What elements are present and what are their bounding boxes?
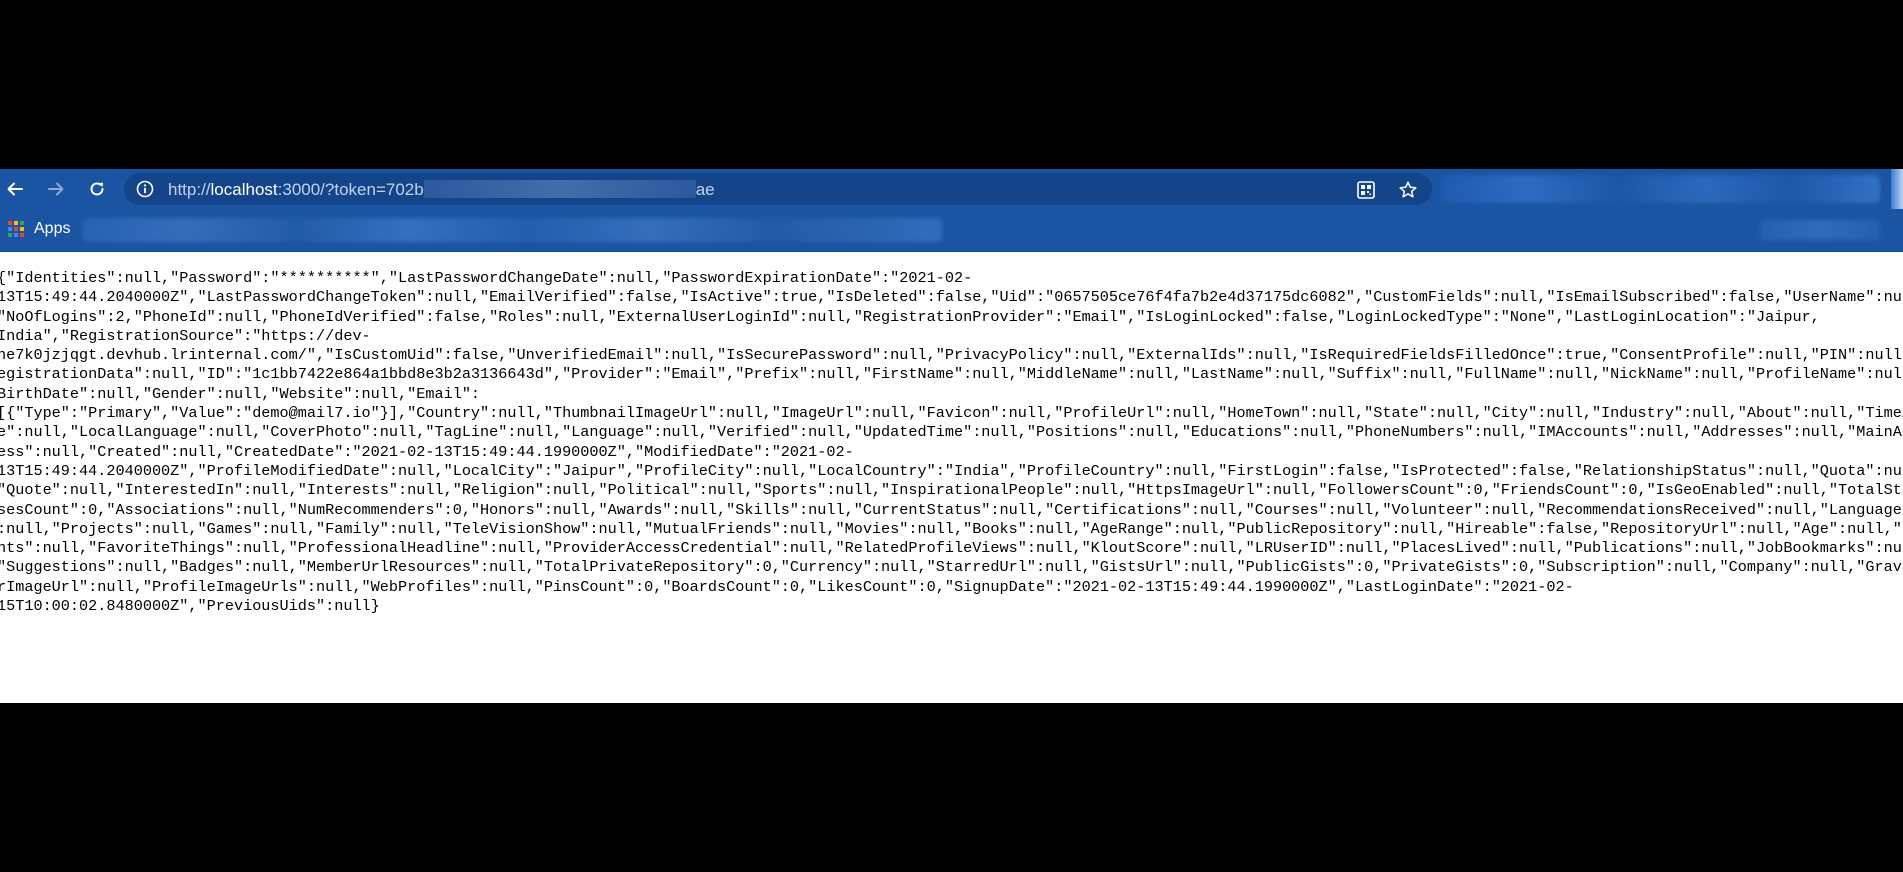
bookmarks-redacted (82, 218, 942, 242)
json-line: India","RegistrationSource":"https://dev… (0, 326, 371, 345)
arrow-left-icon (7, 182, 23, 196)
apps-shortcut[interactable]: Apps (8, 220, 70, 238)
url-redaction (423, 180, 696, 198)
json-line: nts":null,"FavoriteThings":null,"Profess… (0, 539, 1903, 558)
json-line: {"Identities":null,"Password":"*********… (0, 269, 973, 287)
screen: http://localhost:3000/?token=702b ae App… (0, 0, 1903, 872)
url-host: localhost (210, 180, 278, 199)
url-prefix: http:// (168, 180, 211, 199)
json-line: 13T15:49:44.2040000Z","ProfileModifiedDa… (0, 461, 1903, 480)
toolbar-edge (1891, 169, 1903, 209)
json-line: he7k0jzjqgt.devhub.lrinternal.com/","IsC… (0, 346, 1903, 365)
json-line: "Quote":null,"InterestedIn":null,"Intere… (0, 481, 1903, 500)
forward-button[interactable] (44, 177, 68, 201)
extensions-area-redacted (1440, 175, 1880, 203)
qr-code-icon[interactable] (1356, 180, 1376, 200)
url-suffix: ae (695, 180, 715, 199)
url-text[interactable]: http://localhost:3000/?token=702b ae (168, 180, 715, 200)
browser-toolbar: http://localhost:3000/?token=702b ae (0, 169, 1903, 209)
reload-button[interactable] (85, 177, 109, 201)
json-line: 15T10:00:02.8480000Z","PreviousUids":nul… (0, 597, 380, 616)
bookmarks-bar: Apps (0, 209, 1903, 252)
json-response-text: {"Identities":null,"Password":"*********… (0, 269, 1903, 616)
back-button[interactable] (3, 177, 27, 201)
json-line: e":null,"LocalLanguage":null,"CoverPhoto… (0, 423, 1903, 442)
json-line: "Suggestions":null,"Badges":null,"Member… (0, 558, 1903, 577)
address-bar[interactable]: http://localhost:3000/?token=702b ae (124, 173, 1432, 205)
json-line: sesCount":0,"Associations":null,"NumReco… (0, 500, 1903, 519)
url-path: :3000/?token=702b (277, 180, 424, 199)
apps-label: Apps (34, 220, 71, 237)
json-line: ess":null,"Created":null,"CreatedDate":"… (0, 442, 854, 461)
arrow-right-icon (48, 182, 64, 196)
json-line: [{"Type":"Primary","Value":"demo@mail7.i… (0, 404, 1903, 423)
star-icon[interactable] (1398, 180, 1418, 200)
apps-grid-icon (8, 221, 24, 237)
json-line: egistrationData":null,"ID":"1c1bb7422e86… (0, 365, 1902, 384)
bookmarks-redacted-right (1760, 220, 1880, 240)
info-icon[interactable] (136, 180, 154, 198)
json-line: "NoOfLogins":2,"PhoneId":null,"PhoneIdVe… (0, 307, 1820, 326)
page-content: {"Identities":null,"Password":"*********… (0, 269, 1903, 699)
reload-icon (90, 182, 104, 196)
json-line: :null,"Projects":null,"Games":null,"Fami… (0, 519, 1903, 538)
json-line: rImageUrl":null,"ProfileImageUrls":null,… (0, 577, 1574, 596)
browser-window: http://localhost:3000/?token=702b ae App… (0, 169, 1903, 703)
json-line: BirthDate":null,"Gender":null,"Website":… (0, 384, 481, 403)
json-line: 13T15:49:44.2040000Z","LastPasswordChang… (0, 288, 1903, 307)
